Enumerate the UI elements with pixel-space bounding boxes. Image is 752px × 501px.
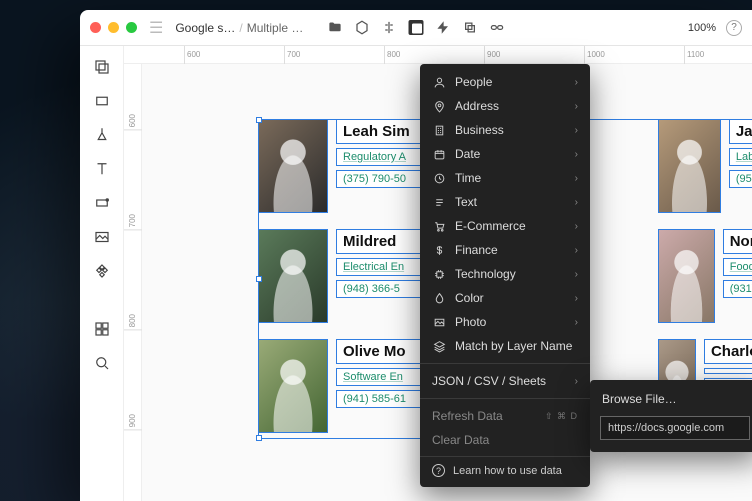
menu-item-ecommerce[interactable]: E-Commerce›: [420, 214, 590, 238]
menu-footer-learn[interactable]: ? Learn how to use data: [420, 456, 590, 481]
folder-icon[interactable]: [328, 20, 343, 35]
ruler-tick: 900: [484, 46, 500, 64]
window-controls: [90, 22, 137, 33]
url-input[interactable]: https://docs.google.com: [600, 416, 750, 440]
chevron-right-icon: ›: [575, 245, 578, 256]
data-icon[interactable]: [409, 20, 424, 35]
ruler-tick: 1100: [684, 46, 704, 64]
ruler-tick: 1000: [584, 46, 605, 64]
breadcrumb-page[interactable]: Multiple …: [247, 21, 304, 35]
menu-item-business[interactable]: Business›: [420, 118, 590, 142]
menu-item-address[interactable]: Address›: [420, 94, 590, 118]
chevron-right-icon: ›: [575, 269, 578, 280]
text-icon: [432, 196, 446, 209]
link-icon[interactable]: [490, 20, 505, 35]
menu-item-photo[interactable]: Photo›: [420, 310, 590, 334]
chevron-right-icon: ›: [575, 149, 578, 160]
menu-item-date[interactable]: Date›: [420, 142, 590, 166]
ruler-horizontal: 600 700 800 900 1000 1100: [124, 46, 752, 64]
titlebar: ☰ Google s… / Multiple … 100% ?: [80, 10, 752, 46]
zoom-level[interactable]: 100%: [688, 22, 716, 34]
chip-icon: [432, 268, 446, 281]
pen-tool-icon[interactable]: [93, 126, 111, 144]
layers-icon: [432, 340, 446, 353]
menu-item-match-layer[interactable]: Match by Layer Name: [420, 334, 590, 358]
text-tool-icon[interactable]: [93, 160, 111, 178]
breadcrumb[interactable]: Google s… / Multiple …: [175, 21, 303, 35]
maximize-icon[interactable]: [126, 22, 137, 33]
frame-tool-icon[interactable]: [93, 194, 111, 212]
tool-rail: [80, 46, 124, 501]
chevron-right-icon: ›: [575, 173, 578, 184]
menu-item-json-csv[interactable]: JSON / CSV / Sheets›: [420, 369, 590, 393]
drop-icon: [432, 292, 446, 305]
menu-item-time[interactable]: Time›: [420, 166, 590, 190]
menu-item-color[interactable]: Color›: [420, 286, 590, 310]
dollar-icon: [432, 244, 446, 257]
ruler-vertical: 600 700 800 900: [124, 64, 142, 501]
menu-item-refresh[interactable]: Refresh Data⇧ ⌘ D: [420, 404, 590, 428]
search-icon[interactable]: [93, 354, 111, 372]
help-icon: ?: [432, 464, 445, 477]
chevron-right-icon: ›: [575, 317, 578, 328]
toolbar-center: [328, 20, 505, 35]
ruler-tick: 900: [124, 414, 142, 430]
chevron-right-icon: ›: [575, 101, 578, 112]
pin-icon: [432, 100, 446, 113]
resize-handle[interactable]: [256, 276, 262, 282]
ruler-tick: 800: [124, 314, 142, 330]
menu-item-people[interactable]: People›: [420, 70, 590, 94]
close-icon[interactable]: [90, 22, 101, 33]
bolt-icon[interactable]: [436, 20, 451, 35]
layers-icon[interactable]: [93, 58, 111, 76]
resize-handle[interactable]: [256, 435, 262, 441]
chevron-right-icon: ›: [575, 221, 578, 232]
rect-tool-icon[interactable]: [93, 92, 111, 110]
hexagon-icon[interactable]: [355, 20, 370, 35]
cart-icon: [432, 220, 446, 233]
stack-icon[interactable]: [463, 20, 478, 35]
clock-icon: [432, 172, 446, 185]
chevron-right-icon: ›: [575, 125, 578, 136]
ruler-tick: 600: [184, 46, 200, 64]
app-window: ☰ Google s… / Multiple … 100% ?: [80, 10, 752, 501]
ruler-tick: 600: [124, 114, 142, 130]
menu-item-technology[interactable]: Technology›: [420, 262, 590, 286]
resize-handle[interactable]: [256, 117, 262, 123]
calendar-icon: [432, 148, 446, 161]
submenu-browse-file[interactable]: Browse File…: [590, 386, 752, 412]
data-menu: People› Address› Business› Date› Time› T…: [420, 64, 590, 487]
chevron-right-icon: ›: [575, 376, 578, 387]
image-icon: [432, 316, 446, 329]
align-icon[interactable]: [382, 20, 397, 35]
component-icon[interactable]: [93, 262, 111, 280]
building-icon: [432, 124, 446, 137]
breadcrumb-doc[interactable]: Google s…: [175, 21, 235, 35]
menu-item-finance[interactable]: Finance›: [420, 238, 590, 262]
json-submenu: Browse File… https://docs.google.com: [590, 380, 752, 452]
menu-item-clear[interactable]: Clear Data: [420, 428, 590, 452]
ruler-tick: 700: [284, 46, 300, 64]
help-icon[interactable]: ?: [726, 20, 742, 36]
shortcut-label: ⇧ ⌘ D: [545, 411, 578, 422]
minimize-icon[interactable]: [108, 22, 119, 33]
ruler-tick: 800: [384, 46, 400, 64]
menu-item-text[interactable]: Text›: [420, 190, 590, 214]
person-icon: [432, 76, 446, 89]
chevron-right-icon: ›: [575, 77, 578, 88]
sidebar-toggle-icon[interactable]: ☰: [149, 18, 163, 38]
grid-icon[interactable]: [93, 320, 111, 338]
chevron-right-icon: ›: [575, 197, 578, 208]
image-tool-icon[interactable]: [93, 228, 111, 246]
ruler-tick: 700: [124, 214, 142, 230]
chevron-right-icon: ›: [575, 293, 578, 304]
